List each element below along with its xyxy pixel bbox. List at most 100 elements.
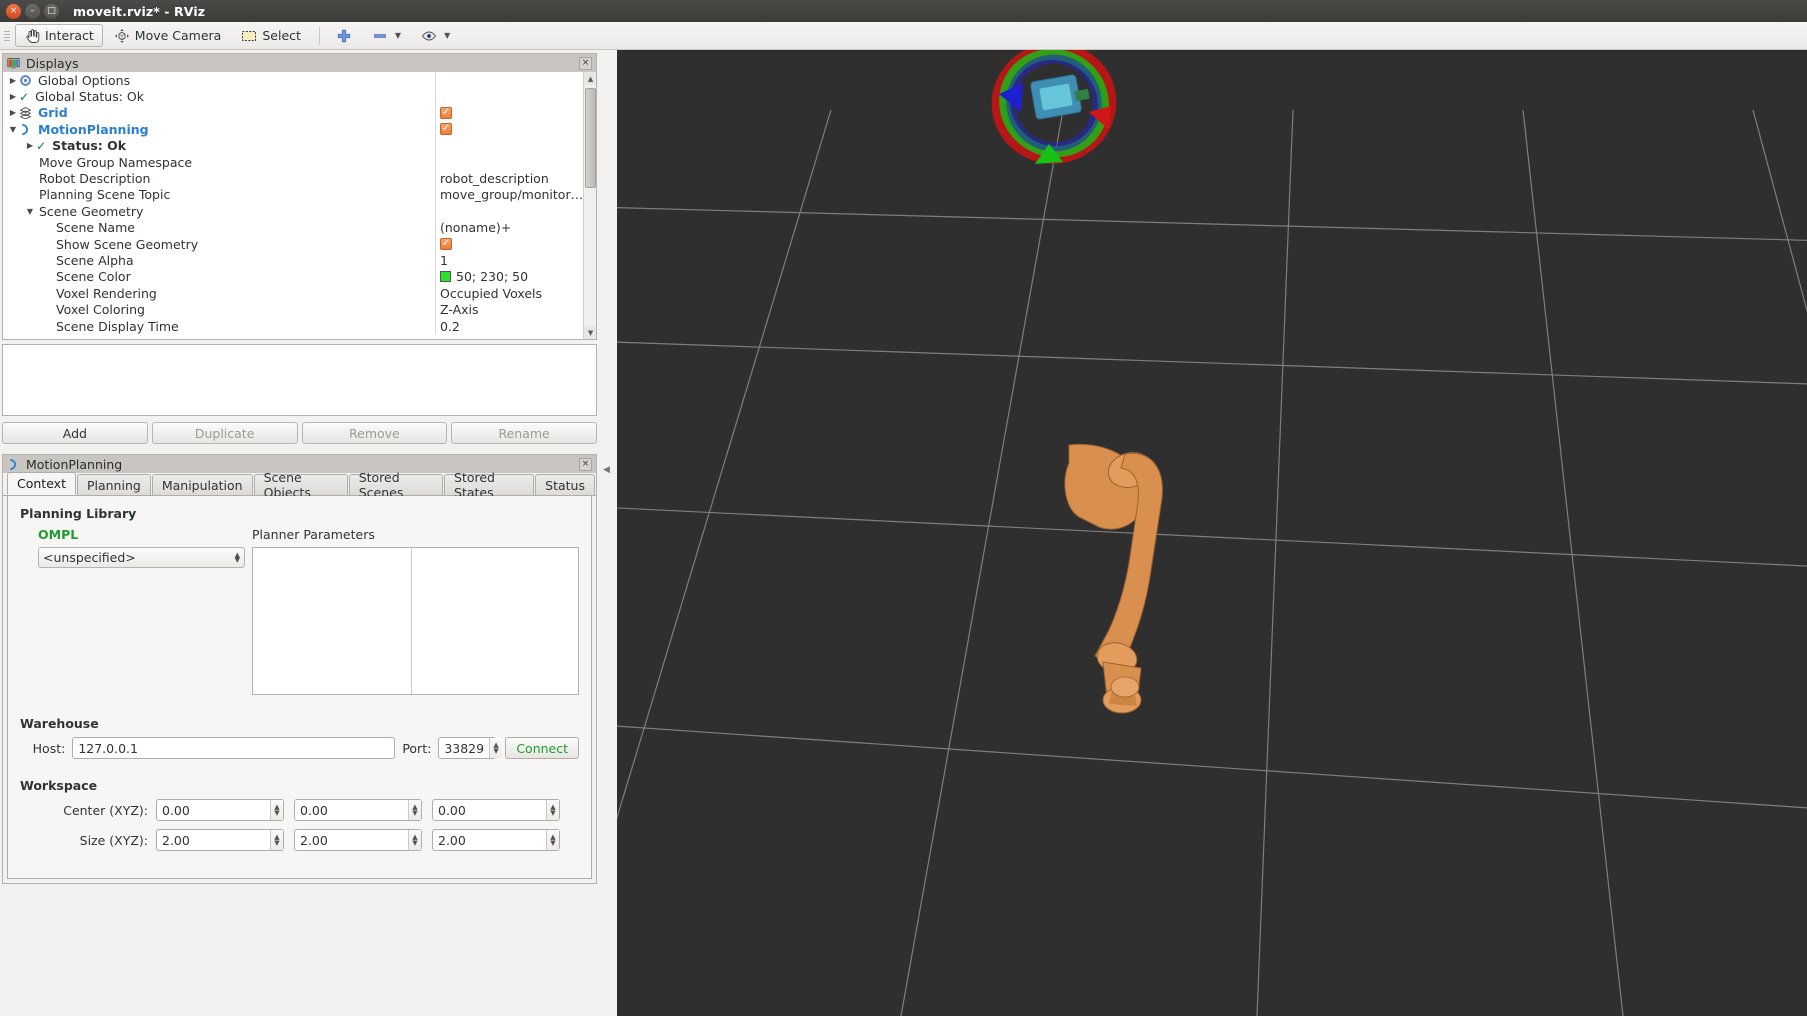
eye-icon: [422, 31, 437, 40]
display-row-value[interactable]: (noname)+: [435, 219, 583, 236]
tool-select-button[interactable]: Select: [232, 24, 310, 47]
display-row-value[interactable]: 50; 230; 50: [435, 268, 583, 286]
displays-scrollbar[interactable]: ▲ ▼: [583, 72, 596, 339]
display-row-value[interactable]: [435, 137, 583, 154]
display-tree-row[interactable]: Scene Color 50; 230; 50: [3, 268, 583, 286]
size-label: Size (XYZ):: [79, 832, 148, 848]
planner-select[interactable]: <unspecified> ▲ ▼: [38, 547, 245, 568]
display-tree-row[interactable]: ▶ ✓ Status: Ok: [3, 137, 583, 154]
display-tree-row[interactable]: Robot Description robot_description: [3, 170, 583, 187]
workspace-size-x-input[interactable]: 2.00 ▲ ▼: [156, 829, 284, 851]
value-text: (noname)+: [440, 220, 512, 236]
display-tree-row[interactable]: Move Group Namespace: [3, 153, 583, 171]
tab-context[interactable]: Context: [7, 472, 76, 495]
workspace-center-y-input[interactable]: 0.00 ▲ ▼: [294, 799, 422, 821]
workspace-size-z-input[interactable]: 2.00 ▲ ▼: [432, 829, 560, 851]
enabled-checkbox[interactable]: ✓: [440, 123, 452, 136]
view-tool-dropdown-arrow[interactable]: ▼: [444, 31, 450, 40]
planner-parameters-table[interactable]: [252, 547, 579, 695]
display-tree-row[interactable]: Scene Alpha 1: [3, 252, 583, 269]
display-tree-row[interactable]: Planning Scene Topic move_group/monitor…: [3, 186, 583, 204]
remove-button[interactable]: Remove: [301, 422, 448, 444]
scroll-down-arrow-icon[interactable]: ▼: [584, 326, 596, 339]
display-row-value[interactable]: 0.2: [435, 317, 583, 335]
workspace-size-y-stepper[interactable]: ▲ ▼: [408, 830, 421, 850]
display-row-value[interactable]: [435, 153, 583, 171]
workspace-size-y-input[interactable]: 2.00 ▲ ▼: [294, 829, 422, 851]
enabled-checkbox[interactable]: ✓: [440, 106, 452, 119]
display-row-value[interactable]: move_group/monitor…: [435, 186, 583, 204]
port-input[interactable]: 33829 ▲ ▼: [438, 737, 503, 759]
workspace-size-x-stepper[interactable]: ▲ ▼: [270, 830, 283, 850]
workspace-center-x-input[interactable]: 0.00 ▲ ▼: [156, 799, 284, 821]
display-tree-row[interactable]: Scene Name (noname)+: [3, 219, 583, 236]
collapsed-arrow-icon[interactable]: ▶: [24, 141, 36, 150]
display-row-value[interactable]: ✓: [435, 235, 583, 253]
tab-scene-objects[interactable]: Scene Objects: [253, 470, 348, 500]
display-tree-row[interactable]: ▼ MotionPlanning ✓: [3, 121, 583, 138]
display-row-value[interactable]: Z-Axis: [435, 301, 583, 318]
remove-tool-button[interactable]: ▼: [363, 24, 410, 47]
collapsed-arrow-icon[interactable]: ▶: [7, 92, 19, 101]
scrollbar-thumb[interactable]: [585, 88, 596, 188]
window-close-button[interactable]: ×: [6, 3, 21, 19]
planner-select-arrows[interactable]: ▲ ▼: [235, 551, 240, 563]
panel-splitter-handle[interactable]: ◀: [602, 440, 611, 500]
toolbar-drag-handle[interactable]: [2, 27, 12, 45]
display-tree-row[interactable]: Show Scene Geometry ✓: [3, 235, 583, 253]
remove-tool-dropdown-arrow[interactable]: ▼: [395, 31, 401, 40]
tool-move-camera-button[interactable]: Move Camera: [105, 24, 231, 47]
display-tree-row[interactable]: ▶ Global Options: [3, 72, 583, 89]
display-row-value[interactable]: robot_description: [435, 170, 583, 187]
warehouse-heading: Warehouse: [20, 716, 99, 731]
display-tree-row[interactable]: ▶ Grid ✓: [3, 104, 583, 122]
3d-viewport[interactable]: [617, 50, 1807, 1016]
host-input[interactable]: 127.0.0.1: [72, 737, 396, 759]
window-minimize-button[interactable]: –: [25, 3, 40, 19]
workspace-center-z-stepper[interactable]: ▲ ▼: [546, 800, 559, 820]
motion-planning-close-button[interactable]: ×: [579, 457, 592, 471]
display-row-value[interactable]: [435, 88, 583, 105]
workspace-center-x-stepper[interactable]: ▲ ▼: [270, 800, 283, 820]
workspace-center-z-input[interactable]: 0.00 ▲ ▼: [432, 799, 560, 821]
display-row-value[interactable]: Occupied Voxels: [435, 285, 583, 302]
tab-planning[interactable]: Planning: [76, 474, 151, 495]
port-stepper[interactable]: ▲ ▼: [489, 738, 503, 758]
view-tool-button[interactable]: ▼: [412, 24, 459, 47]
enabled-checkbox[interactable]: ✓: [440, 238, 452, 251]
duplicate-button[interactable]: Duplicate: [151, 422, 298, 444]
tab-stored-states[interactable]: Stored States: [444, 470, 535, 500]
add-button[interactable]: Add: [2, 422, 148, 444]
scroll-up-arrow-icon[interactable]: ▲: [584, 72, 596, 85]
display-row-label: Scene Color: [56, 269, 131, 285]
add-tool-button[interactable]: [327, 24, 361, 47]
tab-status[interactable]: Status: [535, 474, 595, 495]
expanded-arrow-icon[interactable]: ▼: [24, 207, 36, 216]
connect-button[interactable]: Connect: [505, 737, 579, 759]
display-row-value[interactable]: [435, 203, 583, 220]
display-action-buttons: Add Duplicate Remove Rename: [2, 422, 597, 446]
workspace-center-y-stepper[interactable]: ▲ ▼: [408, 800, 421, 820]
display-tree-row[interactable]: Voxel Coloring Z-Axis: [3, 301, 583, 318]
tab-stored-scenes[interactable]: Stored Scenes: [348, 470, 444, 500]
workspace-size-z-stepper[interactable]: ▲ ▼: [546, 830, 559, 850]
tool-interact-button[interactable]: Interact: [15, 24, 103, 47]
display-tree-row[interactable]: Scene Display Time 0.2: [3, 317, 583, 335]
display-tree-row[interactable]: ▼ Scene Geometry: [3, 203, 583, 220]
display-row-value[interactable]: ✓: [435, 104, 583, 122]
display-tree-row[interactable]: Voxel Rendering Occupied Voxels: [3, 285, 583, 302]
displays-close-button[interactable]: ×: [579, 56, 592, 70]
collapsed-arrow-icon[interactable]: ▶: [7, 76, 19, 85]
expanded-arrow-icon[interactable]: ▼: [7, 125, 19, 134]
display-tree-row[interactable]: ▶ ✓ Global Status: Ok: [3, 88, 583, 105]
tab-manipulation[interactable]: Manipulation: [151, 474, 253, 495]
display-row-value[interactable]: ✓: [435, 121, 583, 138]
port-value: 33829: [444, 740, 485, 756]
display-row-value[interactable]: [435, 72, 583, 89]
window-maximize-button[interactable]: □: [44, 3, 59, 19]
rename-button[interactable]: Rename: [451, 422, 597, 444]
workspace-center-x-value: 0.00: [162, 802, 190, 818]
collapsed-arrow-icon[interactable]: ▶: [7, 108, 19, 117]
display-row-label: Move Group Namespace: [39, 154, 193, 170]
display-row-value[interactable]: 1: [435, 252, 583, 269]
